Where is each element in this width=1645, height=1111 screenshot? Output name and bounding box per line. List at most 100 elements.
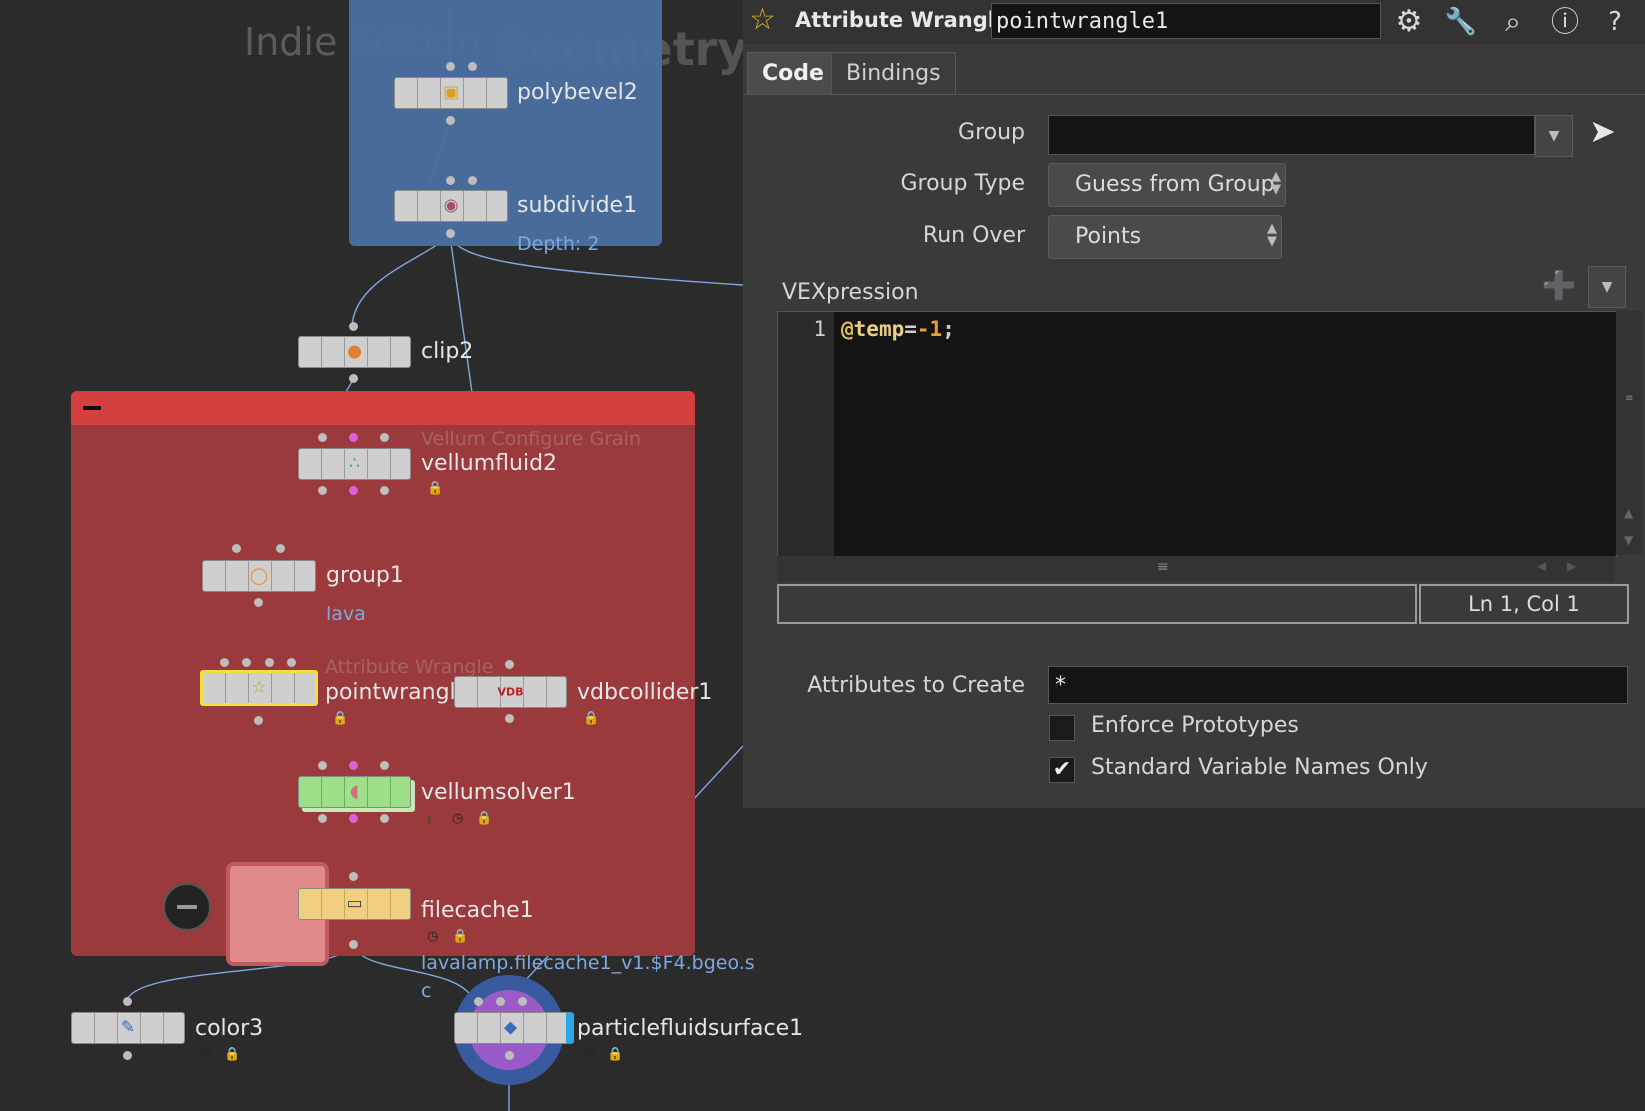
scroll-down-icon[interactable]: ▼ xyxy=(1624,533,1633,547)
download-icon[interactable]: ⭳ xyxy=(427,811,432,833)
collapse-icon[interactable] xyxy=(83,406,101,410)
node-pointwrangle1[interactable]: ☆ xyxy=(200,670,318,706)
group-dropdown-button[interactable]: ▼ xyxy=(1535,115,1573,157)
node-subdivide1[interactable]: ◉ xyxy=(394,190,508,222)
lock-icon[interactable]: 🔒 xyxy=(583,711,599,726)
input-connector[interactable] xyxy=(380,433,389,442)
scroll-right-icon[interactable]: ▶ xyxy=(1567,559,1576,573)
node-particlefluidsurface1[interactable]: ◆ xyxy=(454,1012,574,1044)
vex-code-editor[interactable]: 1 @temp=-1; xyxy=(777,311,1617,557)
scroll-up-icon[interactable]: ▲ xyxy=(1624,506,1633,520)
node-color3[interactable]: ✎ xyxy=(71,1012,185,1044)
vertical-scrollbar[interactable]: ≡ ▲ ▼ xyxy=(1616,311,1642,555)
add-spare-parm-icon[interactable]: ➕ xyxy=(1538,266,1580,306)
node-vdbcollider1[interactable]: VDB xyxy=(454,676,567,708)
info-icon[interactable]: ⓘ xyxy=(1547,4,1583,40)
input-connector[interactable] xyxy=(220,658,229,667)
output-connector[interactable] xyxy=(349,940,358,949)
node-filecache1[interactable]: ▭ xyxy=(298,888,411,920)
input-connector[interactable] xyxy=(518,997,527,1006)
input-connector[interactable] xyxy=(468,176,477,185)
input-connector[interactable] xyxy=(276,544,285,553)
polybevel-icon: ▣ xyxy=(442,82,460,103)
input-connector[interactable] xyxy=(474,997,483,1006)
input-connector[interactable] xyxy=(265,658,274,667)
node-polybevel2[interactable]: ▣ xyxy=(394,77,508,109)
tab-code[interactable]: Code xyxy=(747,52,839,95)
lock-icon[interactable]: 🔒 xyxy=(427,481,443,496)
input-connector[interactable] xyxy=(380,761,389,770)
output-connector[interactable] xyxy=(318,814,327,823)
output-connector[interactable] xyxy=(446,229,455,238)
input-connector[interactable] xyxy=(446,62,455,71)
lock-icon[interactable]: 🔒 xyxy=(224,1047,240,1062)
horizontal-scrollbar[interactable]: ≡ ◀ ▶ xyxy=(777,556,1615,582)
output-connector[interactable] xyxy=(318,486,327,495)
node-group1[interactable]: ○ xyxy=(202,560,316,592)
input-connector[interactable] xyxy=(349,433,358,442)
node-label[interactable]: group1 xyxy=(326,563,404,588)
node-label[interactable]: subdivide1 xyxy=(517,193,637,218)
input-connector[interactable] xyxy=(496,997,505,1006)
node-vellumfluid2[interactable]: ∴ xyxy=(298,448,411,480)
lock-icon[interactable]: 🔒 xyxy=(332,711,348,726)
input-connector[interactable] xyxy=(349,322,358,331)
select-arrow-icon[interactable]: ➤ xyxy=(1589,112,1616,150)
node-name-field[interactable]: pointwrangle1 xyxy=(991,3,1381,39)
lock-icon[interactable]: 🔒 xyxy=(476,811,492,826)
input-connector[interactable] xyxy=(468,62,477,71)
output-connector[interactable] xyxy=(254,598,263,607)
input-connector[interactable] xyxy=(287,658,296,667)
output-connector[interactable] xyxy=(349,486,358,495)
node-label[interactable]: polybevel2 xyxy=(517,80,638,105)
group-label: Group xyxy=(958,120,1025,145)
output-connector[interactable] xyxy=(380,814,389,823)
input-connector[interactable] xyxy=(123,997,132,1006)
node-label[interactable]: clip2 xyxy=(421,339,473,364)
lock-icon[interactable]: 🔒 xyxy=(607,1047,623,1062)
lock-icon[interactable]: 🔒 xyxy=(452,929,468,944)
gear-icon[interactable]: ⚙ xyxy=(1391,4,1427,40)
node-label[interactable]: particlefluidsurface1 xyxy=(577,1016,803,1041)
help-icon[interactable]: ? xyxy=(1597,4,1633,40)
scroll-left-icon[interactable]: ◀ xyxy=(1537,559,1546,573)
group-type-menu[interactable]: Guess from Group ▲ ▼ xyxy=(1048,163,1286,207)
search-icon[interactable]: ⌕ xyxy=(1495,4,1531,40)
node-vellumsolver1[interactable]: ◖ xyxy=(298,776,411,808)
fluid-surface-icon: ◆ xyxy=(503,1017,518,1038)
input-connector[interactable] xyxy=(242,658,251,667)
output-connector[interactable] xyxy=(123,1051,132,1060)
node-label[interactable]: vellumfluid2 xyxy=(421,451,557,476)
node-label[interactable]: color3 xyxy=(195,1016,263,1041)
output-connector[interactable] xyxy=(380,486,389,495)
output-connector[interactable] xyxy=(505,1051,514,1060)
run-over-menu[interactable]: Points ▲ ▼ xyxy=(1048,215,1282,259)
input-connector[interactable] xyxy=(446,176,455,185)
vellum-solver-icon: ◖ xyxy=(350,781,359,802)
bypass-icon[interactable] xyxy=(163,883,211,931)
input-connector[interactable] xyxy=(232,544,241,553)
node-label[interactable]: filecache1 xyxy=(421,898,534,923)
output-connector[interactable] xyxy=(349,374,358,383)
output-connector[interactable] xyxy=(505,714,514,723)
tab-bindings[interactable]: Bindings xyxy=(831,52,956,95)
output-connector[interactable] xyxy=(349,814,358,823)
standard-variable-names-checkbox[interactable]: ✔ xyxy=(1049,757,1075,783)
output-connector[interactable] xyxy=(446,116,455,125)
wrench-icon[interactable]: 🔧 xyxy=(1443,4,1479,40)
enforce-prototypes-checkbox[interactable] xyxy=(1049,715,1075,741)
input-connector[interactable] xyxy=(318,761,327,770)
group-field[interactable] xyxy=(1048,115,1535,155)
input-connector[interactable] xyxy=(349,761,358,770)
input-connector[interactable] xyxy=(505,660,514,669)
vex-menu-button[interactable]: ▼ xyxy=(1588,266,1626,308)
attributes-to-create-field[interactable]: * xyxy=(1048,666,1628,704)
node-clip2[interactable]: ● xyxy=(298,336,411,368)
network-box-header[interactable] xyxy=(71,391,695,425)
input-connector[interactable] xyxy=(318,433,327,442)
input-connector[interactable] xyxy=(349,872,358,881)
node-label[interactable]: vellumsolver1 xyxy=(421,780,576,805)
code-line[interactable]: @temp=-1; xyxy=(841,317,955,341)
output-connector[interactable] xyxy=(254,716,263,725)
node-label[interactable]: vdbcollider1 xyxy=(577,680,712,705)
